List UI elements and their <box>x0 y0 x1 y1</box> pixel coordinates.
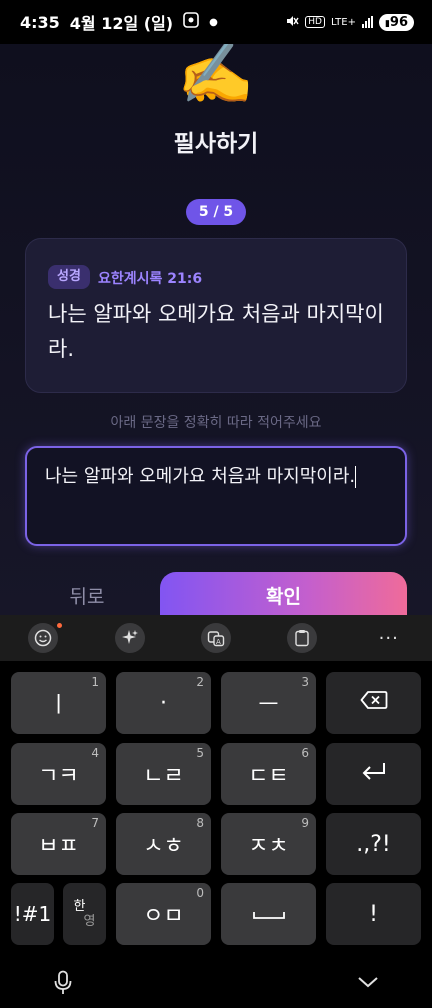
backspace-icon <box>360 690 388 716</box>
key-hint: 7 <box>91 816 99 830</box>
language-switch-key[interactable]: 한 영 <box>63 883 106 945</box>
writing-hand-icon: ✍️ <box>177 44 255 109</box>
more-tool[interactable]: ··· <box>346 615 432 661</box>
enter-icon <box>360 760 388 788</box>
confirm-button[interactable]: 확인 <box>160 572 407 615</box>
key-digeut[interactable]: ㄷㅌ 6 <box>221 743 316 805</box>
lang-korean-label: 한 <box>73 899 86 914</box>
sparkle-icon <box>114 623 145 653</box>
transcription-value: 나는 알파와 오메가요 처음과 마지막이라. <box>45 466 356 487</box>
clipboard-tool[interactable] <box>259 615 345 661</box>
more-icon: ··· <box>378 627 399 649</box>
key-label: ㅇㅁ <box>143 904 184 929</box>
key-hint: 4 <box>91 746 99 760</box>
key-label: ㅂㅍ <box>38 834 79 859</box>
progress-badge: 5 / 5 <box>186 199 246 225</box>
key-label: ㅅㅎ <box>143 834 184 859</box>
key-i-vowel[interactable]: ㅣ1 <box>11 672 106 734</box>
key-nieun[interactable]: ㄴㄹ 5 <box>116 743 211 805</box>
svg-text:A: A <box>216 638 221 646</box>
text-caret <box>355 466 357 488</box>
key-label: !#1 <box>13 902 52 926</box>
battery-level: 96 <box>389 14 408 30</box>
translate-icon: A <box>200 623 231 653</box>
hd-badge: HD <box>305 16 325 28</box>
network-label: LTE+ <box>330 16 356 28</box>
key-label: ㄱㅋ <box>38 764 79 789</box>
key-label: ㅡ <box>258 693 279 718</box>
key-hint: 2 <box>196 675 204 689</box>
key-siot[interactable]: ㅅㅎ 8 <box>116 813 211 875</box>
key-label: ㄷㅌ <box>248 764 289 789</box>
app-screen: ✍️ 필사하기 5 / 5 성경 요한계시록 21:6 나는 알파와 오메가요 … <box>0 44 432 615</box>
key-label: ㄴㄹ <box>143 764 184 789</box>
microphone-icon[interactable] <box>52 970 74 996</box>
clipboard-icon <box>287 623 318 653</box>
mute-icon <box>285 14 299 31</box>
verse-text: 나는 알파와 오메가요 처음과 마지막이라. <box>48 302 384 361</box>
emoji-icon <box>28 623 59 653</box>
punctuation-key[interactable]: .,?! <box>326 813 421 875</box>
verse-category-tag: 성경 <box>48 265 90 289</box>
translate-tool[interactable]: A <box>173 615 259 661</box>
instruction-text: 아래 문장을 정확히 따라 적어주세요 <box>110 415 322 431</box>
key-hint: 3 <box>301 675 309 689</box>
key-bieup[interactable]: ㅂㅍ 7 <box>11 813 106 875</box>
notification-dot-icon: ● <box>209 16 218 28</box>
key-label: ㅈㅊ <box>248 834 289 859</box>
key-hint: 8 <box>196 816 204 830</box>
verse-card: 성경 요한계시록 21:6 나는 알파와 오메가요 처음과 마지막이라. <box>25 238 407 393</box>
hide-keyboard-chevron-icon[interactable] <box>356 972 380 992</box>
ai-tool[interactable] <box>86 615 172 661</box>
space-icon <box>252 902 286 927</box>
status-date: 4월 12일 (일) <box>69 14 174 33</box>
key-dot-vowel[interactable]: · 2 <box>116 672 211 734</box>
key-jieut[interactable]: ㅈㅊ 9 <box>221 813 316 875</box>
status-time: 4:35 <box>20 12 60 32</box>
key-giyeok[interactable]: ㄱㅋ 4 <box>11 743 106 805</box>
key-hint: 0 <box>196 886 204 900</box>
key-hint: 5 <box>196 746 204 760</box>
backspace-key[interactable] <box>326 672 421 734</box>
signal-icon <box>361 16 373 28</box>
status-bar: 4:35 4월 12일 (일) ● HD LTE+ ▮96 <box>0 0 432 44</box>
emoji-tool[interactable] <box>0 615 86 661</box>
symbols-key[interactable]: !#1 <box>11 883 54 945</box>
key-label: .,?! <box>356 831 391 857</box>
key-ieung[interactable]: ㅇㅁ 0 <box>116 883 211 945</box>
verse-reference: 요한계시록 21:6 <box>98 271 203 287</box>
new-indicator-dot <box>57 623 62 628</box>
key-label: ! <box>369 901 378 927</box>
battery-badge: ▮96 <box>378 13 414 31</box>
keyboard-toolbar: A ··· <box>0 615 432 661</box>
key-hint: 1 <box>91 675 99 689</box>
key-hint: 9 <box>301 816 309 830</box>
back-button[interactable]: 뒤로 <box>25 574 149 615</box>
key-eu-vowel[interactable]: ㅡ3 <box>221 672 316 734</box>
screen-capture-icon <box>183 12 199 32</box>
key-label: ㅣ <box>48 693 69 718</box>
page-title: 필사하기 <box>173 131 259 157</box>
lang-english-label: 영 <box>83 914 96 929</box>
key-label: · <box>160 690 167 716</box>
transcription-input[interactable]: 나는 알파와 오메가요 처음과 마지막이라. <box>25 446 407 546</box>
exclamation-key[interactable]: ! <box>326 883 421 945</box>
space-key[interactable] <box>221 883 316 945</box>
navigation-bar <box>0 958 432 1008</box>
korean-keyboard: ㅣ1 · 2 ㅡ3 ㄱㅋ 4 ㄴㄹ 5 ㄷㅌ 6 ㅂㅍ 7 ㅅㅎ 8 ㅈㅊ 9 .,?! !#… <box>0 661 432 958</box>
enter-key[interactable] <box>326 743 421 805</box>
key-hint: 6 <box>301 746 309 760</box>
